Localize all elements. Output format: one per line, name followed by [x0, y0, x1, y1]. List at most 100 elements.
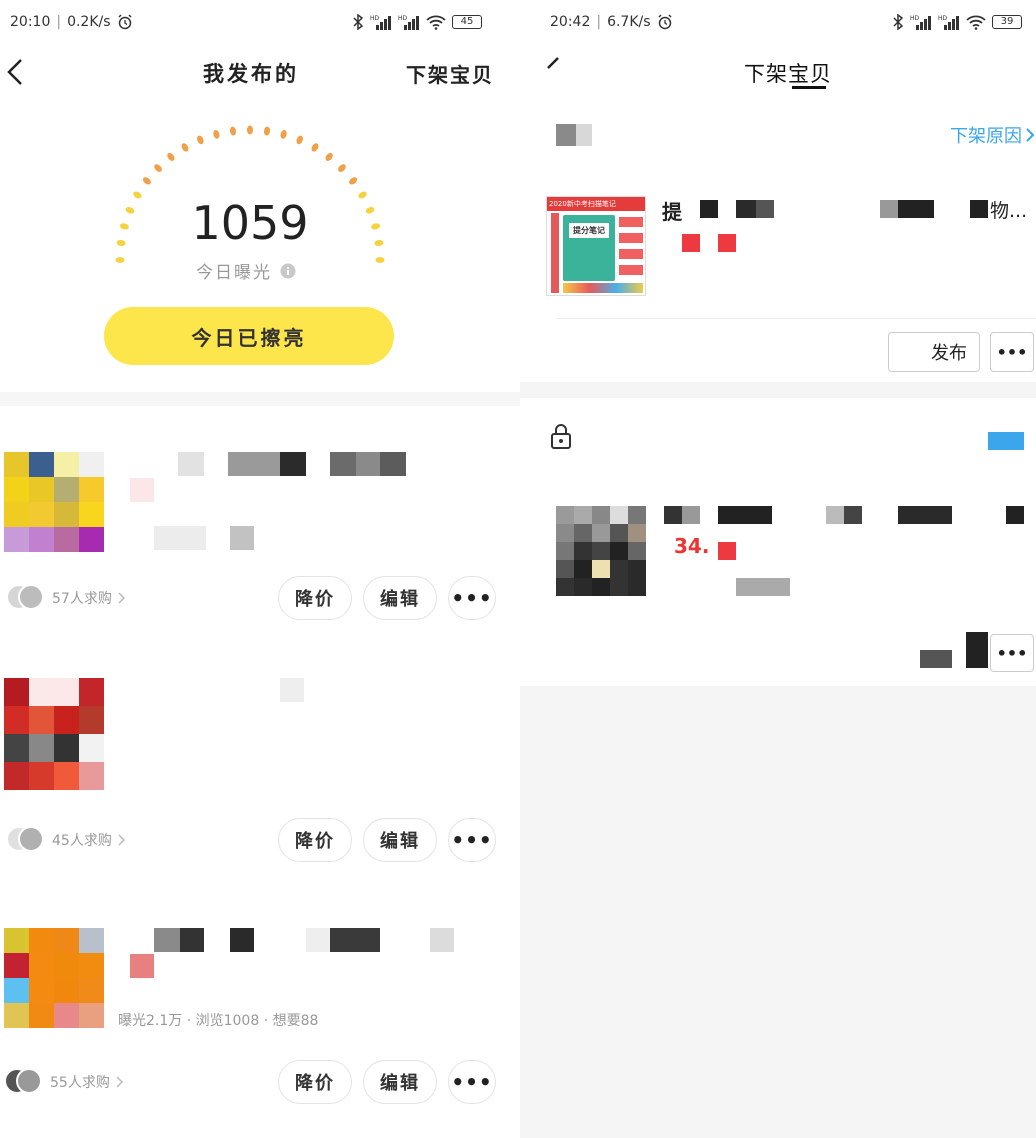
- info-icon[interactable]: [280, 263, 296, 279]
- reduce-price-button[interactable]: 降价: [278, 576, 352, 620]
- more-icon[interactable]: •••: [448, 818, 496, 862]
- status-time: 20:10: [10, 14, 51, 30]
- wifi-icon: [426, 15, 446, 30]
- avatar-group: [6, 826, 46, 854]
- gauge-dot: [371, 223, 381, 230]
- gauge-dot: [365, 207, 375, 214]
- svg-text:HD: HD: [938, 15, 948, 22]
- gauge-dot: [375, 257, 385, 263]
- gauge-dot: [280, 129, 287, 139]
- gauge-dot: [229, 126, 237, 136]
- item-stats: 曝光2.1万 · 浏览1008 · 想要88: [118, 1013, 319, 1029]
- item-thumbnail: [556, 506, 646, 596]
- buyers-row[interactable]: 55人求购: [4, 1068, 124, 1096]
- gauge-dot: [116, 239, 126, 247]
- gauge-dot: [311, 143, 319, 152]
- bluetooth-icon: [893, 14, 904, 30]
- network-speed: 0.2K/s: [67, 14, 111, 30]
- gauge-dot: [154, 164, 162, 172]
- page-title: 我发布的: [203, 62, 299, 86]
- chevron-right-icon: [1026, 128, 1035, 142]
- more-icon[interactable]: •••: [448, 576, 496, 620]
- item-thumbnail: 2020新中考扫描笔记 提分笔记: [546, 196, 646, 296]
- exposure-value: 1059: [191, 196, 309, 250]
- delist-reason-link[interactable]: 下架原因: [950, 122, 1035, 148]
- status-icons: HD HD 45: [352, 14, 482, 30]
- avatar-group: [4, 1068, 44, 1096]
- item-thumbnail: [4, 452, 104, 552]
- edit-button[interactable]: 编辑: [363, 1060, 437, 1104]
- status-bar-right: 20:42 | 6.7K/s: [550, 14, 673, 30]
- exposure-label-row: 今日曝光: [196, 258, 296, 283]
- lock-icon: [551, 424, 571, 449]
- thumbnail-badge: 提分笔记: [569, 223, 609, 238]
- gauge-dot: [296, 135, 303, 145]
- signal-hd-icon-2: HD: [938, 15, 959, 30]
- relist-button[interactable]: 发布: [888, 332, 980, 372]
- more-icon[interactable]: •••: [448, 1060, 496, 1104]
- signal-hd-icon: HD: [910, 15, 931, 30]
- gauge-dot: [181, 143, 189, 152]
- chevron-right-icon: [118, 592, 125, 604]
- chevron-right-icon: [118, 834, 125, 846]
- alarm-clock-icon: [118, 14, 132, 30]
- network-speed: 6.7K/s: [607, 14, 651, 30]
- gauge-dot: [125, 207, 135, 214]
- avatar-group: [6, 584, 46, 612]
- wifi-icon: [966, 15, 986, 30]
- thumbnail-title: 2020新中考扫描笔记: [547, 197, 645, 211]
- item-thumbnail: [4, 678, 104, 790]
- gauge-dot: [247, 125, 253, 135]
- list-item[interactable]: 57人求购 降价 编辑 •••: [0, 406, 520, 636]
- gauge-dot: [119, 223, 129, 230]
- item-title-end: 物...: [990, 200, 1028, 222]
- gauge-dot: [349, 177, 358, 185]
- gauge-dot: [325, 152, 333, 161]
- more-icon[interactable]: •••: [990, 332, 1034, 372]
- screenshot-composite: 20:10 | 0.2K/s HD HD 45 我发布的 下架宝贝 1059 今…: [0, 0, 1036, 1138]
- gauge-dot: [358, 191, 367, 199]
- gauge-dot: [263, 126, 271, 136]
- buyers-count: 45人求购: [52, 833, 112, 849]
- item-title-start: 提: [662, 200, 682, 224]
- chevron-left-icon[interactable]: [6, 58, 24, 86]
- list-item[interactable]: 45人求购 降价 编辑 •••: [0, 648, 520, 878]
- more-icon[interactable]: •••: [990, 634, 1034, 672]
- status-icons: HD HD 39: [892, 14, 1022, 30]
- battery-icon: 39: [992, 15, 1022, 29]
- reduce-price-button[interactable]: 降价: [278, 818, 352, 862]
- back-icon[interactable]: [546, 56, 560, 70]
- status-bar-left: 20:10 | 0.2K/s: [10, 14, 133, 30]
- item-price: 34.: [674, 534, 710, 558]
- gauge-dot: [338, 164, 346, 172]
- delisted-items-link[interactable]: 下架宝贝: [406, 59, 494, 88]
- delisted-card[interactable]: 下架原因 2020新中考扫描笔记 提分笔记 提 物... 发布 •••: [520, 110, 1036, 382]
- delisted-card[interactable]: 34. •••: [520, 398, 1036, 686]
- gauge-dot: [133, 191, 142, 199]
- buyers-count: 57人求购: [52, 591, 112, 607]
- gauge-dot: [197, 135, 204, 145]
- alarm-clock-icon: [658, 14, 672, 30]
- item-thumbnail: [4, 928, 104, 1028]
- gauge-dot: [115, 257, 125, 263]
- delist-reason-label: 下架原因: [950, 126, 1022, 147]
- reduce-price-button[interactable]: 降价: [278, 1060, 352, 1104]
- gauge-dot: [374, 239, 384, 247]
- buyers-row[interactable]: 57人求购: [6, 584, 126, 612]
- bluetooth-icon: [353, 14, 364, 30]
- buyers-row[interactable]: 45人求购: [6, 826, 126, 854]
- polish-button[interactable]: 今日已擦亮: [104, 307, 394, 365]
- edit-button[interactable]: 编辑: [363, 818, 437, 862]
- list-item[interactable]: 曝光2.1万 · 浏览1008 · 想要88 55人求购 降价 编辑 •••: [0, 890, 520, 1120]
- page-title: 下架宝贝: [744, 62, 832, 86]
- edit-button[interactable]: 编辑: [363, 576, 437, 620]
- gauge-dot: [142, 177, 151, 185]
- svg-text:HD: HD: [910, 15, 920, 22]
- svg-text:HD: HD: [370, 15, 380, 22]
- my-published-screen: 20:10 | 0.2K/s HD HD 45 我发布的 下架宝贝 1059 今…: [0, 0, 520, 1138]
- signal-hd-icon-2: HD: [398, 15, 419, 30]
- battery-icon: 45: [452, 15, 482, 29]
- signal-hd-icon: HD: [370, 15, 391, 30]
- chevron-right-icon: [116, 1076, 123, 1088]
- gauge-dot: [213, 129, 220, 139]
